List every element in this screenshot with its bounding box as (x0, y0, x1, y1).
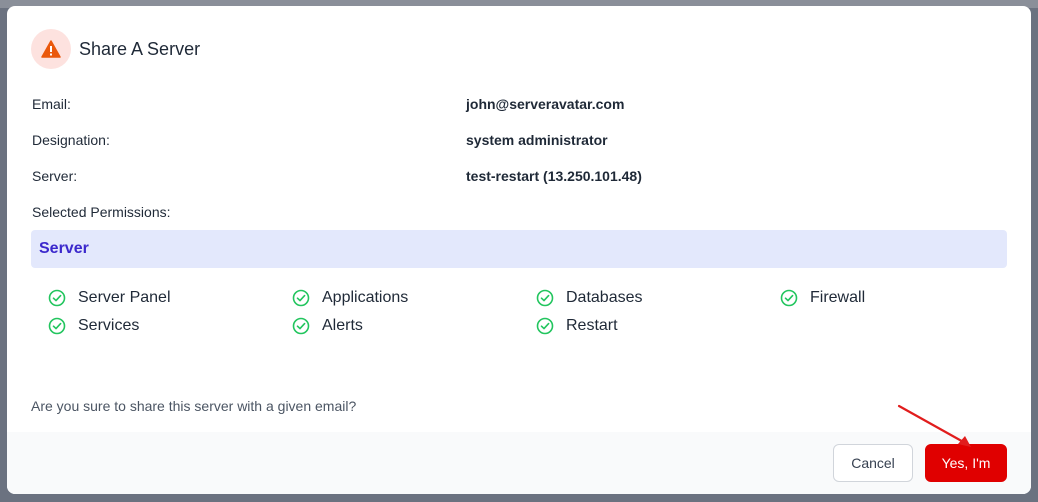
permission-item-label: Applications (322, 289, 409, 306)
check-circle-icon (536, 289, 554, 307)
permission-group-header: Server (31, 230, 1007, 268)
modal-title: Share A Server (79, 38, 201, 59)
permission-item: Services (48, 317, 139, 335)
annotation-arrow-icon (897, 404, 971, 447)
modal-footer: Cancel Yes, I'm (7, 432, 1031, 494)
modal-header: Share A Server (31, 29, 200, 69)
field-designation-label: Designation: (32, 132, 110, 148)
permission-item: Firewall (780, 289, 865, 307)
warning-icon (31, 29, 71, 69)
field-designation-value: system administrator (466, 132, 608, 148)
share-server-modal: Share A Server Email: john@serveravatar.… (7, 6, 1031, 494)
permissions-label: Selected Permissions: (32, 204, 171, 220)
check-circle-icon (536, 317, 554, 335)
field-server-label: Server: (32, 168, 78, 184)
permission-item: Restart (536, 317, 618, 335)
field-email-value: john@serveravatar.com (466, 96, 625, 112)
permission-item-label: Firewall (810, 289, 866, 306)
permission-group-name: Server (39, 240, 89, 257)
permission-item-label: Alerts (322, 317, 363, 334)
field-server-value: test-restart (13.250.101.48) (466, 168, 642, 184)
permission-item: Applications (292, 289, 408, 307)
check-circle-icon (780, 289, 798, 307)
permission-item-label: Server Panel (78, 289, 171, 306)
check-circle-icon (48, 317, 66, 335)
permission-item-label: Restart (566, 317, 618, 334)
check-circle-icon (48, 289, 66, 307)
permission-item-label: Services (78, 317, 140, 334)
permission-item: Databases (536, 289, 643, 307)
field-email-label: Email: (32, 96, 71, 112)
confirmation-question: Are you sure to share this server with a… (31, 398, 357, 414)
permission-item-label: Databases (566, 289, 643, 306)
permission-item: Server Panel (48, 289, 171, 307)
check-circle-icon (292, 317, 310, 335)
check-circle-icon (292, 289, 310, 307)
permission-item: Alerts (292, 317, 363, 335)
